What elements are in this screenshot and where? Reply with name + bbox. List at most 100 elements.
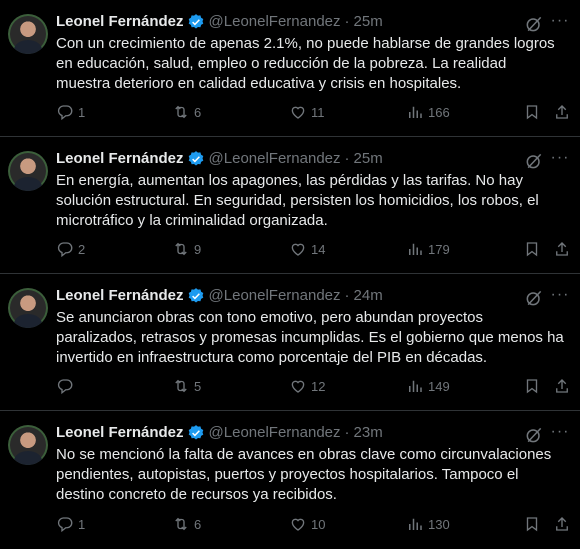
like-button[interactable]: 11 — [289, 103, 325, 121]
tweet-text: Con un crecimiento de apenas 2.1%, no pu… — [56, 35, 555, 92]
views-button[interactable]: 130 — [406, 515, 450, 533]
author-handle[interactable]: @LeonelFernandez — [209, 423, 341, 443]
bookmark-icon — [526, 517, 538, 532]
repost-button[interactable]: 9 — [172, 240, 201, 258]
grok-icon[interactable] — [524, 151, 544, 171]
like-button[interactable]: 10 — [289, 515, 325, 533]
views-icon — [409, 243, 422, 255]
views-button[interactable]: 179 — [406, 240, 450, 258]
author-handle[interactable]: @LeonelFernandez — [209, 149, 341, 169]
grok-icon[interactable] — [524, 14, 544, 34]
author-name[interactable]: Leonel Fernández — [56, 423, 184, 443]
author-name[interactable]: Leonel Fernández — [56, 12, 184, 32]
timestamp[interactable]: 25m — [354, 149, 383, 169]
author-handle[interactable]: @LeonelFernandez — [209, 286, 341, 306]
tweet[interactable]: Leonel Fernández @LeonelFernandez · 23m … — [0, 411, 580, 548]
share-icon — [556, 517, 568, 531]
avatar[interactable] — [8, 425, 48, 465]
heart-icon — [291, 380, 305, 393]
share-button[interactable] — [553, 103, 571, 121]
author-handle[interactable]: @LeonelFernandez — [209, 12, 341, 32]
more-icon[interactable]: ··· — [550, 424, 570, 445]
repost-count: 6 — [194, 516, 202, 532]
repost-icon — [175, 105, 187, 119]
verified-badge-icon — [188, 14, 203, 29]
bookmark-button[interactable] — [523, 515, 541, 533]
separator-dot: · — [344, 424, 350, 441]
more-icon[interactable]: ··· — [550, 13, 570, 34]
tweet-actions: 1 6 10 130 — [56, 514, 572, 534]
repost-count: 5 — [194, 378, 202, 394]
share-button[interactable] — [553, 515, 571, 533]
like-button[interactable]: 12 — [289, 377, 325, 395]
verified-badge-icon — [188, 425, 203, 440]
tweet-actions: 5 12 149 — [56, 376, 572, 396]
separator-dot: · — [344, 287, 350, 304]
view-count: 166 — [428, 104, 450, 120]
like-count: 11 — [311, 104, 325, 120]
timeline: Leonel Fernández @LeonelFernandez · 25m … — [0, 0, 580, 549]
reply-button[interactable]: 1 — [56, 103, 85, 121]
avatar[interactable] — [8, 151, 48, 191]
reply-count: 1 — [78, 516, 86, 532]
avatar[interactable] — [8, 14, 48, 54]
like-count: 12 — [311, 378, 326, 394]
author-name[interactable]: Leonel Fernández — [56, 149, 184, 169]
view-count: 179 — [428, 241, 450, 257]
reply-button[interactable]: 2 — [56, 240, 85, 258]
bookmark-button[interactable] — [523, 377, 541, 395]
view-count: 149 — [428, 378, 450, 394]
more-icon[interactable]: ··· — [550, 150, 570, 171]
bookmark-icon — [526, 105, 538, 120]
heart-icon — [291, 106, 305, 119]
share-button[interactable] — [553, 377, 571, 395]
share-icon — [556, 105, 568, 119]
share-button[interactable] — [553, 240, 571, 258]
timestamp[interactable]: 23m — [354, 423, 383, 443]
heart-icon — [291, 243, 305, 256]
tweet-text: No se mencionó la falta de avances en ob… — [56, 446, 552, 503]
reply-icon — [57, 517, 73, 533]
share-icon — [556, 379, 568, 393]
reply-icon — [57, 242, 73, 258]
tweet-text: En energía, aumentan los apagones, las p… — [56, 172, 539, 229]
repost-count: 9 — [194, 241, 202, 257]
tweet-header: Leonel Fernández @LeonelFernandez · 23m — [56, 423, 580, 443]
repost-button[interactable]: 6 — [172, 515, 201, 533]
verified-badge-icon — [188, 151, 203, 166]
tweet[interactable]: Leonel Fernández @LeonelFernandez · 25m … — [0, 0, 580, 137]
tweet-text: Se anunciaron obras con tono emotivo, pe… — [56, 309, 564, 366]
reply-button[interactable] — [56, 377, 78, 395]
more-icon[interactable]: ··· — [550, 287, 570, 308]
tweet[interactable]: Leonel Fernández @LeonelFernandez · 24m … — [0, 274, 580, 411]
grok-icon[interactable] — [524, 425, 544, 445]
reply-icon — [57, 379, 73, 395]
tweet[interactable]: Leonel Fernández @LeonelFernandez · 25m … — [0, 137, 580, 274]
views-icon — [409, 106, 422, 118]
tweet-header: Leonel Fernández @LeonelFernandez · 25m — [56, 149, 580, 169]
separator-dot: · — [344, 150, 350, 167]
views-icon — [409, 380, 422, 392]
views-button[interactable]: 166 — [406, 103, 450, 121]
bookmark-icon — [526, 379, 538, 394]
repost-button[interactable]: 6 — [172, 103, 201, 121]
repost-button[interactable]: 5 — [172, 377, 201, 395]
author-name[interactable]: Leonel Fernández — [56, 286, 184, 306]
like-count: 14 — [311, 241, 326, 257]
views-button[interactable]: 149 — [406, 377, 450, 395]
share-icon — [556, 242, 568, 256]
like-button[interactable]: 14 — [289, 240, 325, 258]
bookmark-icon — [526, 242, 538, 257]
avatar[interactable] — [8, 288, 48, 328]
reply-button[interactable]: 1 — [56, 515, 85, 533]
timestamp[interactable]: 24m — [354, 286, 383, 306]
verified-badge-icon — [188, 288, 203, 303]
timestamp[interactable]: 25m — [354, 12, 383, 32]
reply-count: 1 — [78, 104, 86, 120]
reply-icon — [57, 105, 73, 121]
grok-icon[interactable] — [524, 288, 544, 308]
reply-count: 2 — [78, 241, 86, 257]
bookmark-button[interactable] — [523, 103, 541, 121]
tweet-header: Leonel Fernández @LeonelFernandez · 25m — [56, 12, 580, 32]
bookmark-button[interactable] — [523, 240, 541, 258]
